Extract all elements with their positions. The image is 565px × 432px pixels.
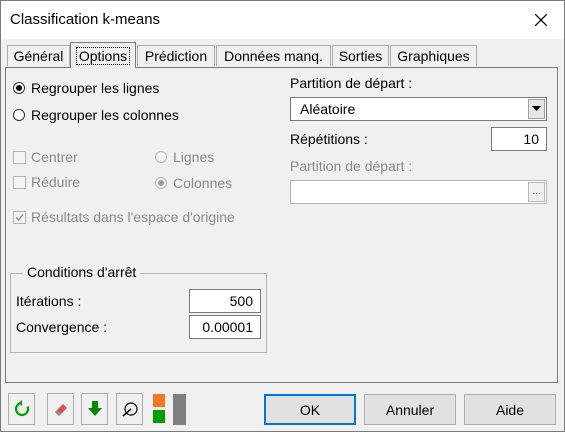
browse-label: ...: [532, 186, 541, 197]
tab-label: Données manq.: [224, 48, 323, 64]
tab-options[interactable]: Options: [70, 42, 136, 68]
eraser-icon: [54, 404, 67, 416]
down-button[interactable]: [81, 393, 108, 425]
iterations-label: Itérations :: [16, 293, 82, 309]
tab-charts[interactable]: Graphiques: [390, 45, 477, 66]
close-icon: [535, 14, 547, 26]
group-cols-radio[interactable]: [13, 109, 25, 121]
group-rows-label: Regrouper les lignes: [31, 80, 160, 96]
gray-bar-icon[interactable]: [173, 394, 186, 425]
orange-block: [153, 394, 165, 407]
chevron-down-icon: [532, 106, 541, 111]
refresh-icon: [14, 400, 29, 417]
group-rows-radio[interactable]: [13, 82, 25, 94]
lines-radio[interactable]: [155, 151, 167, 163]
repetitions-input[interactable]: 10: [491, 127, 547, 151]
lines-label: Lignes: [173, 149, 215, 165]
arrow-down-icon: [87, 401, 102, 416]
iterations-input[interactable]: 500: [189, 289, 261, 313]
tab-prediction[interactable]: Prédiction: [137, 45, 215, 66]
help-button[interactable]: Aide: [464, 394, 556, 425]
partition-value: Aléatoire: [300, 101, 356, 117]
partition-select[interactable]: Aléatoire: [290, 97, 547, 121]
close-button[interactable]: [518, 1, 564, 39]
partition-label: Partition de départ :: [290, 75, 413, 91]
group-cols-label: Regrouper les colonnes: [31, 107, 179, 123]
tab-label: Graphiques: [397, 48, 470, 64]
repetitions-label: Répétitions :: [290, 131, 368, 147]
cancel-button[interactable]: Annuler: [364, 394, 456, 425]
pointer-icon: [122, 402, 138, 417]
partition2-input[interactable]: ...: [290, 180, 547, 204]
reduce-label: Réduire: [31, 174, 81, 190]
checkmark-icon: [15, 213, 24, 222]
center-label: Centrer: [31, 149, 78, 165]
dialog-window: Classification k-means Général Options P…: [0, 0, 565, 432]
tab-outputs[interactable]: Sorties: [332, 45, 389, 66]
tab-label: Prédiction: [144, 48, 208, 64]
dialog-title: Classification k-means: [10, 11, 161, 28]
center-checkbox[interactable]: [13, 151, 26, 164]
stop-conditions-group: [10, 273, 267, 353]
convergence-label: Convergence :: [16, 319, 108, 335]
tab-label: Général: [13, 48, 64, 64]
ok-button[interactable]: OK: [264, 394, 356, 425]
convergence-input[interactable]: 0.00001: [189, 315, 261, 339]
browse-button[interactable]: ...: [528, 182, 545, 202]
select-button[interactable]: [116, 393, 143, 425]
layout-icon[interactable]: [151, 394, 167, 425]
tab-label: Options: [75, 46, 131, 65]
partition2-label: Partition de départ :: [290, 158, 413, 174]
dropdown-button[interactable]: [528, 99, 545, 119]
tab-label: Sorties: [338, 48, 383, 64]
reduce-checkbox[interactable]: [13, 176, 26, 189]
reset-button[interactable]: [8, 393, 35, 425]
columns-label: Colonnes: [173, 175, 233, 191]
green-block: [153, 410, 165, 423]
title-bar: Classification k-means: [1, 1, 564, 39]
tab-general[interactable]: Général: [7, 45, 70, 66]
tab-missing-data[interactable]: Données manq.: [216, 45, 331, 66]
columns-radio[interactable]: [155, 177, 167, 189]
stop-conditions-title: Conditions d'arrêt: [23, 264, 141, 280]
clear-button[interactable]: [47, 393, 74, 425]
original-space-label: Résultats dans l'espace d'origine: [31, 209, 235, 225]
original-space-checkbox[interactable]: [13, 211, 26, 224]
